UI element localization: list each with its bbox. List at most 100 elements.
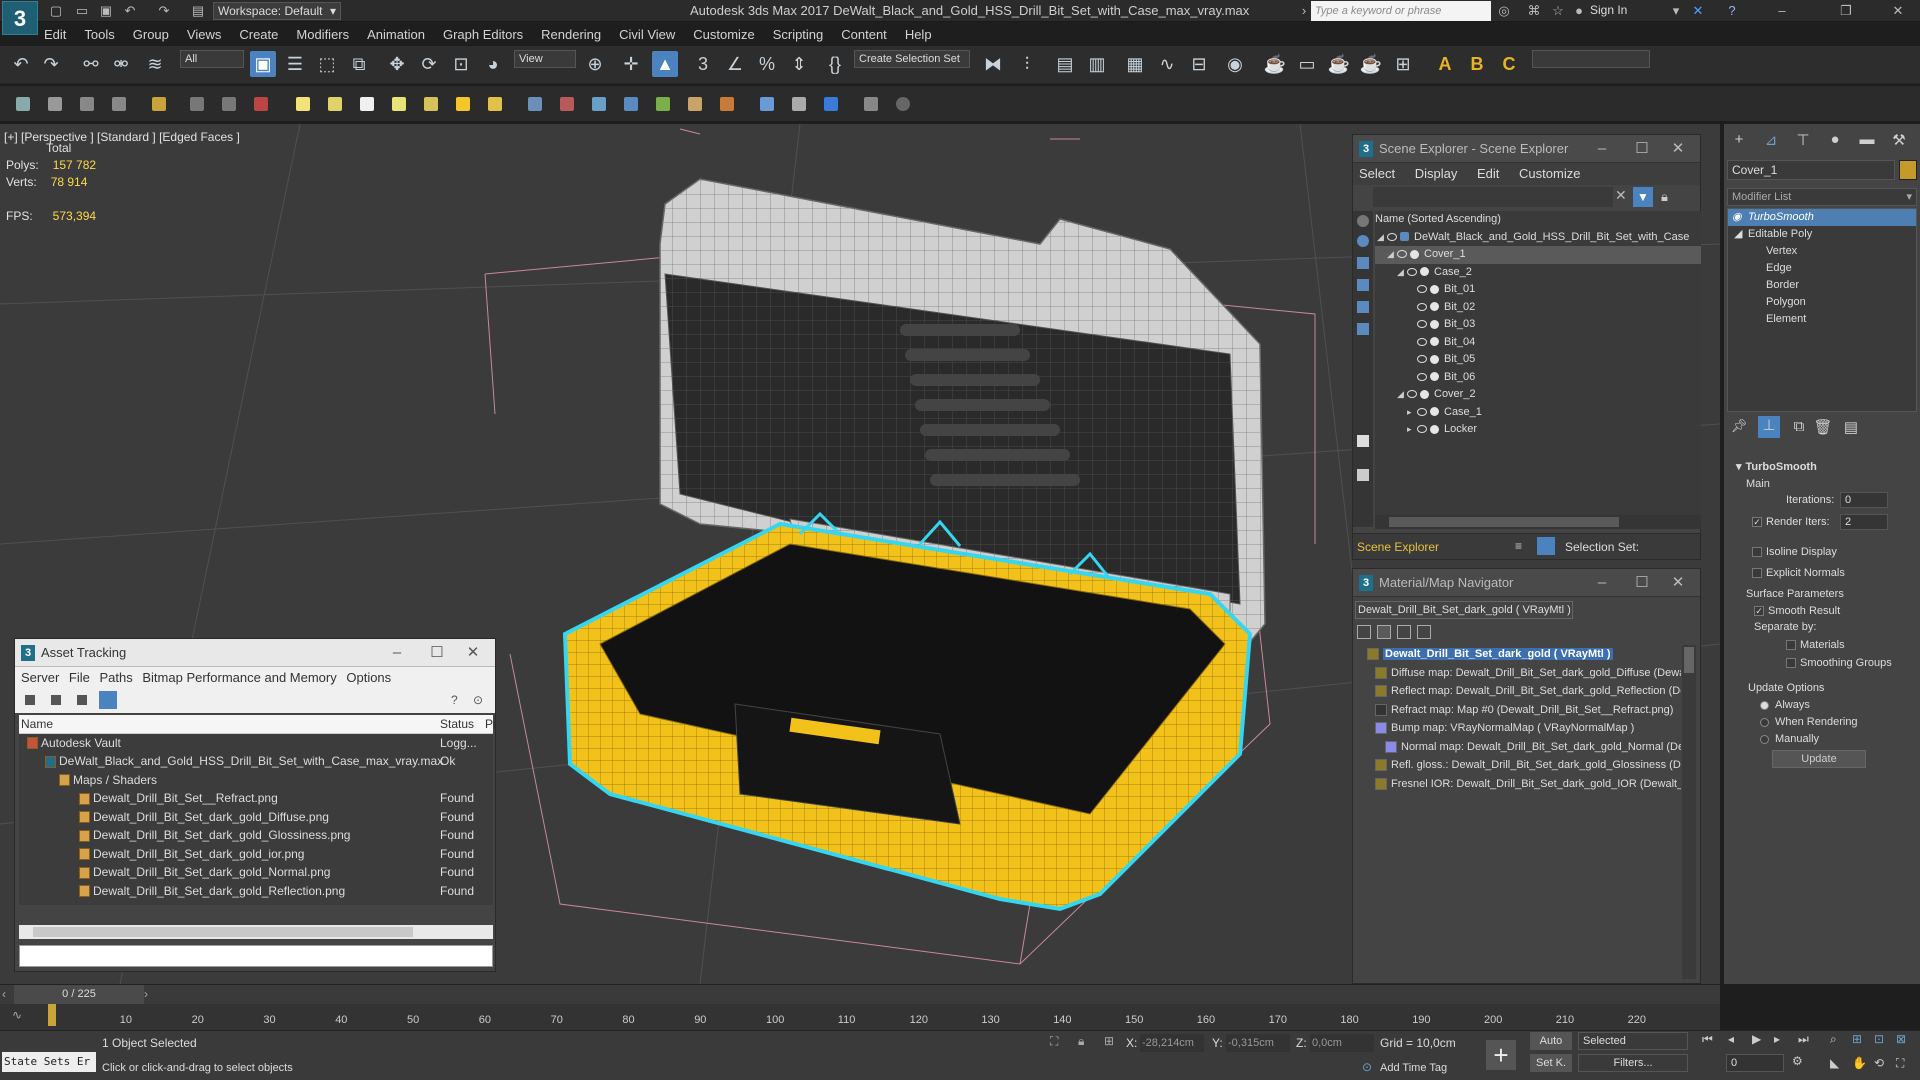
help-icon[interactable]: ? [451,693,458,707]
maximize-icon[interactable]: ☐ [419,639,455,667]
vertical-scrollbar[interactable] [1682,645,1696,979]
menu-graph-editors[interactable]: Graph Editors [443,27,523,42]
selection-set-icon[interactable] [1537,537,1555,555]
expand-icon[interactable]: ◢ [1397,264,1407,282]
visibility-eye-icon[interactable] [1417,337,1427,346]
toolbar2-icon-19[interactable] [624,97,638,111]
autodesk-exchange-icon[interactable]: ✕ [1690,3,1706,19]
next-frame-icon[interactable]: ▸ [1774,1032,1780,1046]
auto-key-button[interactable]: Auto [1530,1032,1572,1050]
zoom-extents-all-icon[interactable]: ⊠ [1896,1032,1906,1046]
unlink-icon[interactable]: ⚮ [108,51,134,77]
menu-bitmap-performance[interactable]: Bitmap Performance and Memory [142,670,336,685]
save-file-icon[interactable]: ▣ [98,3,114,19]
toolbar2-icon-4[interactable] [112,97,126,111]
show-end-result-icon[interactable]: ⊥ [1758,416,1780,438]
visibility-eye-icon[interactable] [1417,285,1427,294]
time-prev-icon[interactable]: ‹ [2,987,6,1001]
menu-customize[interactable]: Customize [1519,166,1580,181]
angle-snap-icon[interactable]: ∠ [722,51,748,77]
chevron-down-icon[interactable]: ▾ [1668,3,1684,19]
expand-icon[interactable]: ◢ [1734,226,1742,243]
snaps-toggle-icon[interactable]: 3 [690,51,716,77]
z-coordinate-field[interactable]: 0,0cm [1310,1034,1374,1052]
undo-icon[interactable]: ↶ [8,51,34,77]
visibility-eye-icon[interactable] [1407,267,1417,276]
time-configuration-icon[interactable]: ⚙ [1792,1054,1803,1068]
current-frame-marker[interactable] [48,1004,56,1026]
configure-modifier-sets-icon[interactable]: ▤ [1840,418,1862,438]
pin-icon[interactable]: ⊙ [473,693,483,707]
display-lights-icon[interactable] [1357,279,1369,291]
toolbar2-icon-14[interactable] [456,97,470,111]
new-file-icon[interactable]: ▢ [48,3,64,19]
toolbar2-icon-5[interactable] [152,97,166,111]
menu-server[interactable]: Server [21,670,59,685]
user-icon[interactable]: ● [1572,3,1586,19]
toolbar2-icon-21[interactable] [688,97,702,111]
asset-row[interactable]: Dewalt_Drill_Bit_Set_dark_gold_Glossines… [19,826,493,845]
selection-filter-dropdown[interactable]: All [180,50,244,68]
close-icon[interactable]: ✕ [1890,3,1906,19]
menu-scripting[interactable]: Scripting [773,27,824,42]
turbosmooth-rollout-header[interactable]: ▾ TurboSmooth [1736,460,1817,473]
collapse-icon[interactable]: ▸ [1407,404,1417,422]
iterations-spinner[interactable]: 0 [1840,492,1888,508]
update-manually-radio[interactable]: Manually [1760,733,1819,745]
current-material-field[interactable]: Dewalt_Drill_Bit_Set_dark_gold ( VRayMtl… [1355,601,1573,619]
menu-views[interactable]: Views [187,27,221,42]
chevron-right-icon[interactable]: › [1296,3,1312,19]
zoom-icon[interactable]: ⌕ [1830,1032,1837,1047]
update-button[interactable]: Update [1772,750,1866,768]
keyboard-shortcut-override-icon[interactable]: ▲ [652,51,678,77]
menu-animation[interactable]: Animation [367,27,425,42]
toolbar2-icon-8[interactable] [254,97,268,111]
minimize-icon[interactable]: – [1584,569,1620,597]
menu-display[interactable]: Display [1415,166,1458,181]
search-input[interactable]: Type a keyword or phrase [1311,1,1491,21]
field-of-view-icon[interactable]: ◣ [1830,1056,1839,1070]
view-large-icons-icon[interactable] [1417,625,1431,639]
minimize-icon[interactable]: – [1584,135,1620,163]
menu-customize[interactable]: Customize [693,27,754,42]
map-item[interactable]: Fresnel IOR: Dewalt_Drill_Bit_Set_dark_g… [1361,775,1681,794]
display-helpers-icon[interactable] [1357,323,1369,335]
menu-modifiers[interactable]: Modifiers [296,27,349,42]
map-item[interactable]: Reflect map: Dewalt_Drill_Bit_Set_dark_g… [1361,682,1681,701]
scrollbar-thumb[interactable] [1389,517,1619,527]
undo-icon[interactable]: ↶ [122,3,138,19]
selection-lock-icon[interactable]: 🔒︎ [1078,1034,1084,1049]
tree-item[interactable]: ◢ Cover_2 [1375,386,1701,404]
zoom-all-icon[interactable]: ⊞ [1852,1032,1862,1046]
display-all-icon[interactable] [1357,435,1369,447]
display-tab-icon[interactable]: ▬ [1856,131,1878,151]
schematic-view-icon[interactable]: ⊟ [1186,51,1212,77]
object-name-input[interactable]: Cover_1 [1727,160,1895,180]
explorer-name-dropdown[interactable]: Scene Explorer [1357,540,1439,554]
redo-icon[interactable]: ↷ [38,51,64,77]
asset-tool-3-icon[interactable] [77,695,87,705]
add-key-icon[interactable]: + [1486,1040,1516,1070]
render-setup-icon[interactable]: ☕ [1262,51,1288,77]
tree-item[interactable]: ◢ DeWalt_Black_and_Gold_HSS_Drill_Bit_Set… [1375,229,1701,247]
orbit-icon[interactable]: ⟲ [1874,1056,1884,1070]
visibility-eye-icon[interactable] [1417,320,1427,329]
reference-coordinate-dropdown[interactable]: View [514,50,576,68]
time-slider[interactable]: ‹ 0 / 225 › [0,984,1720,1004]
menu-create[interactable]: Create [239,27,278,42]
toolbar2-icon-27[interactable] [896,97,910,111]
minimize-icon[interactable]: – [1774,3,1790,19]
toolbar2-icon-13[interactable] [424,97,438,111]
map-item[interactable]: Normal map: Dewalt_Drill_Bit_Set_dark_go… [1361,738,1681,757]
minimize-icon[interactable]: – [379,639,415,667]
asset-grid-header[interactable]: Name Status Pr [19,715,497,734]
make-unique-icon[interactable]: ⧉ [1788,418,1810,438]
filter-icon[interactable]: ▼ [1633,187,1653,207]
rotate-icon[interactable]: ⟳ [416,51,442,77]
create-tab-icon[interactable]: + [1728,131,1750,151]
scene-filter-input[interactable] [1373,187,1613,207]
absolute-mode-icon[interactable]: ⊞ [1104,1034,1114,1048]
menu-edit[interactable]: Edit [1477,166,1499,181]
redo-icon[interactable]: ↷ [156,3,172,19]
asset-row[interactable]: DeWalt_Black_and_Gold_HSS_Drill_Bit_Set_… [19,752,493,771]
